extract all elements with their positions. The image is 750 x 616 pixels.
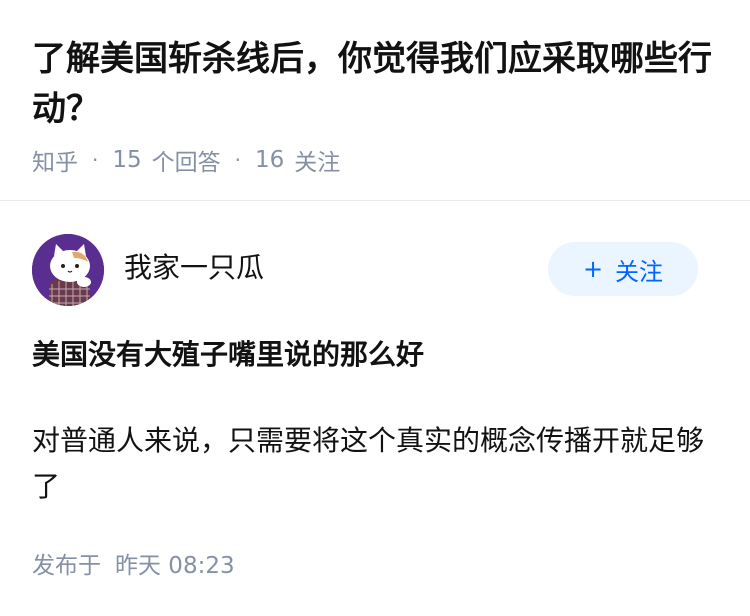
author-name[interactable]: 我家一只瓜 bbox=[124, 250, 264, 286]
section-divider bbox=[0, 200, 750, 201]
author-avatar[interactable] bbox=[32, 234, 104, 306]
answer-count: 15 bbox=[112, 147, 142, 173]
answer-body[interactable]: 对普通人来说，只需要将这个真实的概念传播开就足够了 bbox=[32, 418, 712, 510]
follower-count: 16 bbox=[255, 147, 285, 173]
answer-headline[interactable]: 美国没有大殖子嘴里说的那么好 bbox=[32, 334, 722, 376]
plus-icon: + bbox=[582, 255, 604, 283]
question-title[interactable]: 了解美国斩杀线后，你觉得我们应采取哪些行动？ bbox=[32, 34, 722, 134]
cartoon-cat-avatar-icon bbox=[32, 234, 104, 306]
source-label[interactable]: 知乎 bbox=[32, 143, 78, 177]
answer-author-row: 我家一只瓜 + 关注 bbox=[32, 234, 698, 306]
answer-count-label[interactable]: 个回答 bbox=[152, 143, 221, 177]
meta-separator: · bbox=[234, 148, 241, 172]
question-header: 了解美国斩杀线后，你觉得我们应采取哪些行动？ 知乎 · 15 个回答 · 16 … bbox=[0, 0, 750, 200]
question-meta: 知乎 · 15 个回答 · 16 关注 bbox=[32, 142, 340, 178]
follow-label: 关注 bbox=[615, 257, 664, 286]
published-label: 发布于 bbox=[32, 553, 101, 579]
answer-publish-info: 发布于 昨天 08:23 bbox=[32, 548, 235, 584]
follow-author-button[interactable]: + 关注 bbox=[548, 242, 698, 296]
follower-count-label[interactable]: 关注 bbox=[294, 143, 340, 177]
published-time: 昨天 08:23 bbox=[115, 553, 235, 579]
meta-separator: · bbox=[92, 148, 99, 172]
